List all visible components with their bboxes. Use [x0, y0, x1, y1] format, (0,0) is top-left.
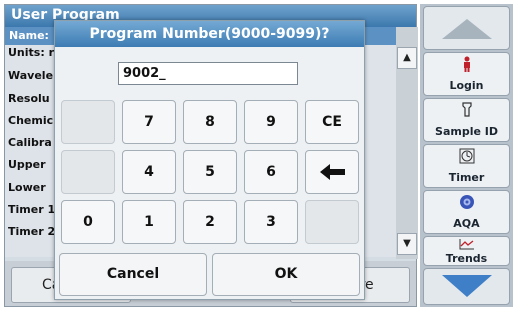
name-label: Name:	[9, 29, 49, 42]
nav-down-icon	[442, 275, 492, 297]
calibration-row[interactable]: Calibra	[8, 136, 52, 154]
key-0[interactable]: 0	[61, 200, 115, 244]
key-7[interactable]: 7	[122, 100, 176, 144]
clear-entry-button[interactable]: CE	[305, 100, 359, 144]
key-6[interactable]: 6	[244, 150, 298, 194]
aqa-icon	[424, 194, 509, 213]
cancel-button[interactable]: Cancel	[59, 253, 207, 296]
timer2-row[interactable]: Timer 2	[8, 225, 55, 243]
dialog-title: Program Number(9000-9099)?	[55, 21, 364, 47]
backspace-arrow-icon	[320, 164, 345, 180]
sample-id-button[interactable]: Sample ID	[423, 98, 510, 142]
ok-button[interactable]: OK	[212, 253, 360, 296]
wavelength-row[interactable]: Wavele	[8, 69, 53, 87]
blank-key	[61, 150, 115, 194]
key-9[interactable]: 9	[244, 100, 298, 144]
timer-button[interactable]: Timer	[423, 144, 510, 188]
trends-icon	[424, 238, 509, 253]
key-4[interactable]: 4	[122, 150, 176, 194]
side-panel: Login Sample ID Timer AQA Trends	[420, 4, 513, 307]
upper-limit-row[interactable]: Upper	[8, 158, 46, 176]
sample-id-icon	[424, 102, 509, 121]
nav-up-button[interactable]	[423, 6, 510, 50]
program-number-dialog: Program Number(9000-9099)? 9002_ 7 8 9 C…	[54, 20, 365, 300]
key-3[interactable]: 3	[244, 200, 298, 244]
instrument-screen: User Program Name: Units: r Wavele Resol…	[0, 0, 517, 311]
scroll-down-icon[interactable]: ▼	[397, 233, 417, 255]
trends-label: Trends	[445, 252, 488, 265]
aqa-button[interactable]: AQA	[423, 190, 510, 234]
sample-id-label: Sample ID	[435, 125, 498, 138]
program-number-input[interactable]: 9002_	[118, 62, 298, 85]
login-label: Login	[449, 79, 484, 92]
scroll-up-icon[interactable]: ▲	[397, 47, 417, 69]
login-button[interactable]: Login	[423, 52, 510, 96]
aqa-label: AQA	[453, 217, 480, 230]
trends-button[interactable]: Trends	[423, 236, 510, 266]
backspace-button[interactable]	[305, 150, 359, 194]
nav-down-button[interactable]	[423, 268, 510, 305]
nav-up-icon	[442, 19, 492, 39]
key-2[interactable]: 2	[183, 200, 237, 244]
list-scrollbar[interactable]: ▲ ▼	[396, 27, 418, 259]
chemical-form-row[interactable]: Chemic	[8, 114, 53, 132]
key-5[interactable]: 5	[183, 150, 237, 194]
timer1-row[interactable]: Timer 1	[8, 203, 55, 221]
resolution-row[interactable]: Resolu	[8, 92, 50, 110]
units-row[interactable]: Units: r	[8, 46, 54, 64]
timer-icon	[424, 148, 509, 167]
key-1[interactable]: 1	[122, 200, 176, 244]
blank-key	[305, 200, 359, 244]
key-8[interactable]: 8	[183, 100, 237, 144]
timer-label: Timer	[448, 171, 485, 184]
blank-key	[61, 100, 115, 144]
lower-limit-row[interactable]: Lower	[8, 181, 46, 199]
login-icon	[424, 56, 509, 75]
